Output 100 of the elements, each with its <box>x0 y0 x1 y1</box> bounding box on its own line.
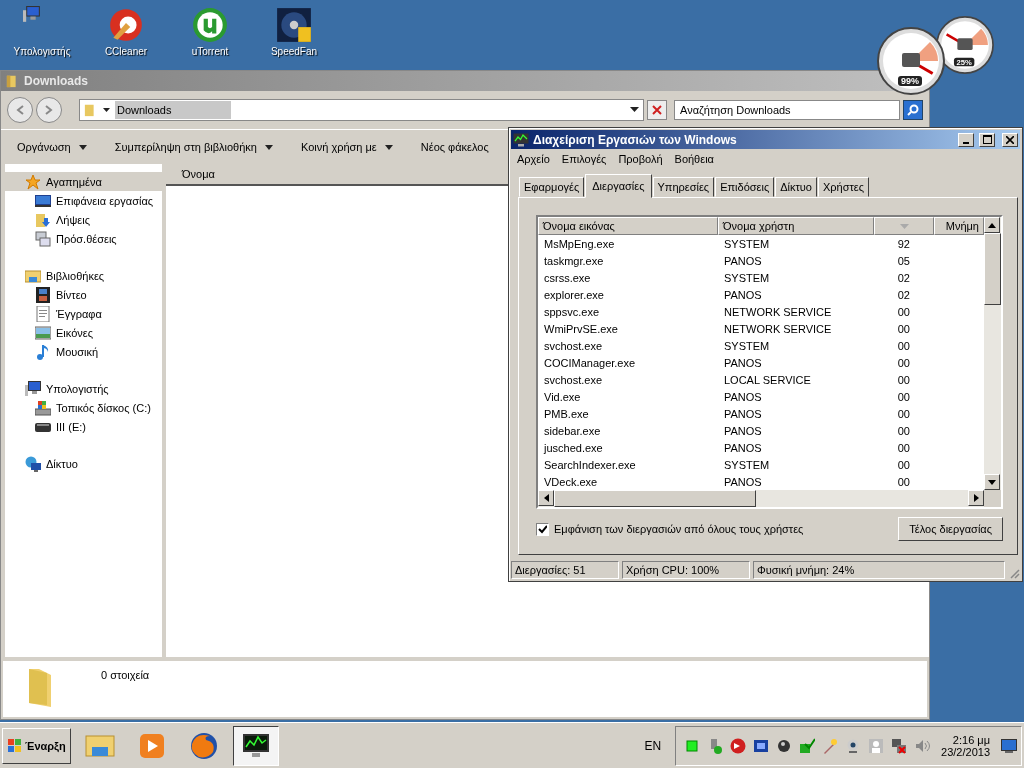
desktop-icon-label[interactable]: Υπολογιστής <box>13 46 71 57</box>
column-header[interactable]: Όνομα εικόνας <box>538 217 718 235</box>
toolbar-button[interactable]: Συμπερίληψη στη βιβλιοθήκη <box>110 138 277 156</box>
table-cell-text: SYSTEM <box>723 237 771 250</box>
menu-item[interactable]: Αρχείο <box>517 153 550 165</box>
ball-icon[interactable] <box>776 737 793 754</box>
table-cell-text: 00 <box>896 458 911 471</box>
status-pane: Φυσική μνήμη: 24% <box>753 561 1005 579</box>
tab[interactable]: Εφαρμογές <box>519 177 585 197</box>
nav-item[interactable]: Εικόνες <box>5 323 162 342</box>
table-cell-text: 00 <box>896 390 911 403</box>
search-button[interactable] <box>903 100 923 120</box>
table-cell-text: SYSTEM <box>723 458 771 471</box>
close-icon <box>1006 135 1014 144</box>
box-icon[interactable] <box>753 737 770 754</box>
table-cell-text: Vid.exe <box>543 390 582 403</box>
address-bar[interactable]: Downloads <box>79 99 644 121</box>
column-header[interactable]: Μνήμη <box>934 217 984 235</box>
breadcrumb[interactable]: Downloads <box>115 101 232 119</box>
item-count: 0 στοιχεία <box>101 668 150 683</box>
nav-item[interactable]: Επιφάνεια εργασίας <box>5 191 162 210</box>
checkmark-icon <box>538 524 547 534</box>
vertical-scrollbar[interactable] <box>984 217 1001 507</box>
nav-item[interactable]: Τοπικός δίσκος (C:) <box>5 398 162 417</box>
table-cell-text: LOCAL SERVICE <box>723 373 812 386</box>
toolbar-button[interactable]: Νέος φάκελος <box>416 138 493 156</box>
gauge-reading: 99% <box>898 76 922 86</box>
nav-item[interactable]: Αγαπημένα <box>5 172 162 191</box>
desktop-icon-label[interactable]: uTorrent <box>191 46 229 57</box>
maximize-button[interactable] <box>979 132 995 147</box>
document-icon <box>35 305 51 322</box>
nav-item[interactable]: Βίντεο <box>5 285 162 304</box>
start-button[interactable]: Έναρξη <box>2 727 71 764</box>
taskbar-button[interactable] <box>232 725 279 766</box>
nav-item[interactable]: Βιβλιοθήκες <box>5 266 162 285</box>
minimize-icon <box>963 141 969 144</box>
table-cell-text: PANOS <box>723 441 763 454</box>
end-process-button[interactable]: Τέλος διεργασίας <box>898 517 1003 541</box>
brush-icon[interactable] <box>107 6 145 44</box>
table-cell-text: svchost.exe <box>543 339 604 352</box>
table-cell-text: 02 <box>896 288 911 301</box>
table-cell-text: PANOS <box>723 424 763 437</box>
search-field[interactable]: Αναζήτηση Downloads <box>674 100 900 120</box>
table-cell-text: 00 <box>896 356 911 369</box>
menu-item[interactable]: Προβολή <box>618 153 663 165</box>
nav-item[interactable]: Μουσική <box>5 342 162 361</box>
check-icon[interactable] <box>799 737 816 754</box>
monitor-icon <box>513 132 529 147</box>
table-cell-text: PANOS <box>723 475 763 488</box>
desktop-icon-label[interactable]: CCleaner <box>104 46 148 57</box>
tab[interactable]: Χρήστες <box>818 177 870 197</box>
tab[interactable]: Υπηρεσίες <box>652 177 715 197</box>
table-cell-text: 02 <box>896 271 911 284</box>
toolbar-button[interactable]: Οργάνωση <box>13 138 91 156</box>
back-button[interactable] <box>7 97 33 123</box>
caret-icon <box>103 107 110 113</box>
up-arrow-icon <box>988 222 996 228</box>
table-cell-text: COCIManager.exe <box>543 356 637 369</box>
menu-item[interactable]: Επιλογές <box>561 153 607 165</box>
dropdown-arrow-icon[interactable] <box>630 107 639 113</box>
table-cell-text: 00 <box>896 424 911 437</box>
menu-item[interactable]: Βοήθεια <box>674 153 714 165</box>
nav-item[interactable]: Υπολογιστής <box>5 379 162 398</box>
table-cell-text: 00 <box>896 339 911 352</box>
show-desktop-icon[interactable] <box>1001 738 1017 753</box>
minimize-button[interactable] <box>958 132 974 147</box>
folder-download-icon <box>35 211 51 228</box>
checkbox[interactable] <box>536 522 549 536</box>
column-header[interactable] <box>874 217 934 235</box>
nav-item[interactable]: Δίκτυο <box>5 454 162 473</box>
nav-item[interactable]: Λήψεις <box>5 210 162 229</box>
table-cell-text: 00 <box>896 305 911 318</box>
forward-button[interactable] <box>36 97 62 123</box>
nav-item[interactable]: III (E:) <box>5 417 162 436</box>
tab[interactable]: Διεργασίες <box>585 174 652 198</box>
nav-item[interactable]: Έγγραφα <box>5 304 162 323</box>
desktop-icon <box>35 192 51 209</box>
clock-date[interactable]: 23/2/2013 <box>941 745 990 758</box>
table-cell-text: 00 <box>896 407 911 420</box>
nav-item[interactable]: Πρόσ.θέσεις <box>5 229 162 248</box>
maximize-icon <box>982 135 992 144</box>
language-indicator[interactable]: EN <box>644 738 670 753</box>
computer-icon <box>25 380 41 397</box>
resize-grip-icon[interactable] <box>1008 567 1020 579</box>
wand-icon[interactable] <box>822 737 839 754</box>
table-cell-text: NETWORK SERVICE <box>723 322 833 335</box>
desktop-icon-label[interactable]: SpeedFan <box>270 46 318 57</box>
toolbar-button[interactable]: Κοινή χρήση με <box>297 138 397 156</box>
film-icon <box>35 286 51 303</box>
checkbox-label[interactable]: Εμφάνιση των διεργασιών από όλους τους χρήστες <box>554 523 804 535</box>
network-icon[interactable] <box>891 737 908 754</box>
tab[interactable]: Δίκτυο <box>775 177 817 197</box>
library-folder-icon <box>25 267 41 284</box>
table-cell-text: PMB.exe <box>543 407 590 420</box>
table-cell-text: jusched.exe <box>542 441 604 454</box>
horizontal-scrollbar[interactable] <box>538 490 984 507</box>
clock-time[interactable]: 2:16 μμ <box>952 733 990 746</box>
column-header[interactable]: Όνομα χρήστη <box>718 217 874 235</box>
tab[interactable]: Επιδόσεις <box>715 177 775 197</box>
table-cell-text: 00 <box>896 373 911 386</box>
